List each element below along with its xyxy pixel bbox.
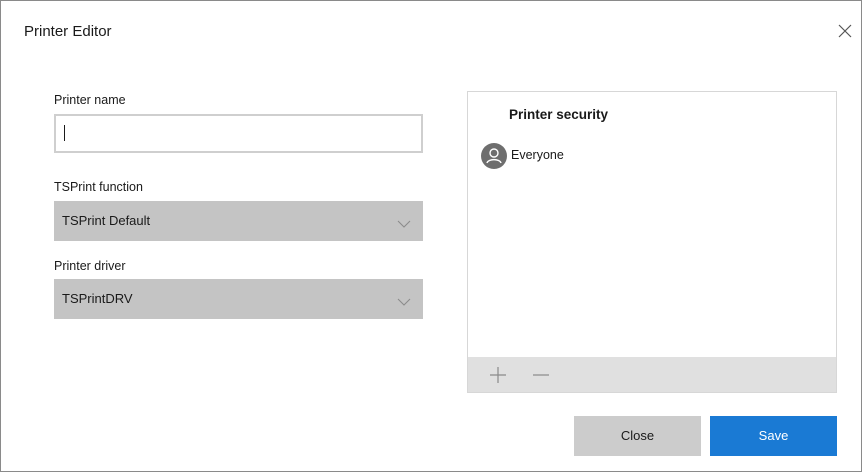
printer-driver-value: TSPrintDRV bbox=[62, 291, 133, 306]
security-item-label: Everyone bbox=[511, 148, 564, 162]
security-toolbar bbox=[468, 357, 836, 392]
printer-name-input[interactable] bbox=[54, 114, 423, 153]
chevron-down-icon bbox=[397, 294, 411, 306]
dialog-title: Printer Editor bbox=[24, 23, 112, 40]
minus-icon[interactable] bbox=[531, 365, 551, 385]
plus-icon[interactable] bbox=[488, 365, 508, 385]
tsprint-function-label: TSPrint function bbox=[54, 180, 143, 194]
tsprint-function-select[interactable]: TSPrint Default bbox=[54, 201, 423, 241]
printer-driver-select[interactable]: TSPrintDRV bbox=[54, 279, 423, 319]
printer-name-label: Printer name bbox=[54, 93, 126, 107]
printer-driver-label: Printer driver bbox=[54, 259, 126, 273]
save-button[interactable]: Save bbox=[710, 416, 837, 456]
printer-security-panel: Printer security Everyone bbox=[467, 91, 837, 393]
security-item-everyone[interactable]: Everyone bbox=[481, 143, 681, 169]
text-caret bbox=[64, 125, 65, 141]
close-button[interactable]: Close bbox=[574, 416, 701, 456]
user-icon bbox=[481, 143, 507, 169]
close-icon[interactable] bbox=[837, 23, 853, 39]
chevron-down-icon bbox=[397, 216, 411, 228]
printer-editor-dialog: Printer Editor Printer name TSPrint func… bbox=[0, 0, 862, 472]
printer-security-title: Printer security bbox=[509, 107, 609, 122]
tsprint-function-value: TSPrint Default bbox=[62, 213, 151, 228]
